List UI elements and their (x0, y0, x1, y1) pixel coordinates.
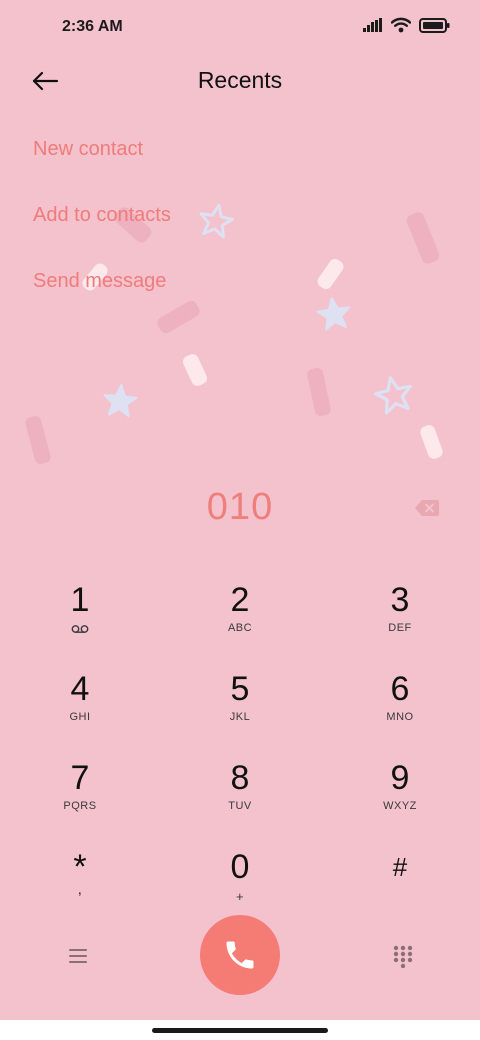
confetti-chip (24, 414, 52, 466)
key-letters: DEF (388, 622, 412, 634)
confetti-chip (404, 210, 442, 266)
dialpad-icon (393, 945, 413, 969)
key-6[interactable]: 6 MNO (340, 669, 460, 749)
key-8[interactable]: 8 TUV (180, 758, 300, 838)
backspace-icon (415, 500, 439, 516)
key-letters: TUV (228, 800, 252, 812)
key-digit: 4 (70, 670, 90, 708)
key-star[interactable]: * , (20, 847, 140, 927)
key-letters: + (235, 889, 245, 904)
send-message-link[interactable]: Send message (33, 270, 166, 293)
key-letters: JKL (229, 711, 251, 723)
confetti-decoration (0, 0, 480, 480)
star-filled-icon (103, 384, 138, 418)
key-3[interactable]: 3 DEF (340, 580, 460, 660)
key-digit: 5 (230, 670, 250, 708)
confetti-chip (306, 366, 332, 418)
dialpad-toggle-button[interactable] (392, 944, 414, 969)
key-digit: # (392, 852, 408, 882)
menu-button[interactable] (66, 944, 90, 968)
star-filled-icon (316, 297, 351, 331)
key-2[interactable]: 2 ABC (180, 580, 300, 660)
key-hash[interactable]: # (340, 847, 460, 927)
menu-icon (69, 949, 87, 963)
key-digit: 9 (390, 759, 410, 797)
call-button[interactable] (200, 915, 280, 995)
home-indicator[interactable] (152, 1028, 328, 1033)
key-letters (340, 889, 460, 903)
star-outline-icon (199, 203, 235, 239)
key-5[interactable]: 5 JKL (180, 669, 300, 749)
key-digit: * (73, 848, 87, 886)
key-1[interactable]: 1 (20, 580, 140, 660)
key-digit: 2 (230, 581, 250, 619)
key-digit: 0 (230, 848, 250, 886)
voicemail-icon (71, 625, 89, 633)
key-letters: PQRS (63, 800, 97, 812)
add-to-contacts-link[interactable]: Add to contacts (33, 204, 171, 227)
key-letters: MNO (386, 711, 414, 723)
key-letters: GHI (69, 711, 91, 723)
navigation-bar (0, 1020, 480, 1040)
key-digit: 8 (230, 759, 250, 797)
dialed-number: 010 (206, 486, 274, 528)
key-digit: 6 (390, 670, 410, 708)
key-letters (20, 622, 140, 636)
star-outline-icon (374, 376, 412, 415)
key-4[interactable]: 4 GHI (20, 669, 140, 749)
key-letters: , (78, 885, 82, 897)
dialer-screen: 2:36 AM Recents New contact Add to conta… (0, 0, 480, 1020)
key-digit: 3 (390, 581, 410, 619)
confetti-chip (315, 256, 346, 292)
confetti-chip (155, 298, 202, 336)
key-9[interactable]: 9 WXYZ (340, 758, 460, 838)
confetti-chip (180, 352, 210, 388)
confetti-chip (418, 423, 445, 461)
key-7[interactable]: 7 PQRS (20, 758, 140, 838)
key-letters: ABC (227, 622, 253, 634)
key-digit: 7 (70, 759, 90, 797)
new-contact-link[interactable]: New contact (33, 138, 143, 161)
backspace-button[interactable] (414, 498, 440, 518)
phone-icon (226, 941, 254, 969)
key-digit: 1 (70, 581, 90, 619)
key-letters: WXYZ (383, 800, 417, 812)
